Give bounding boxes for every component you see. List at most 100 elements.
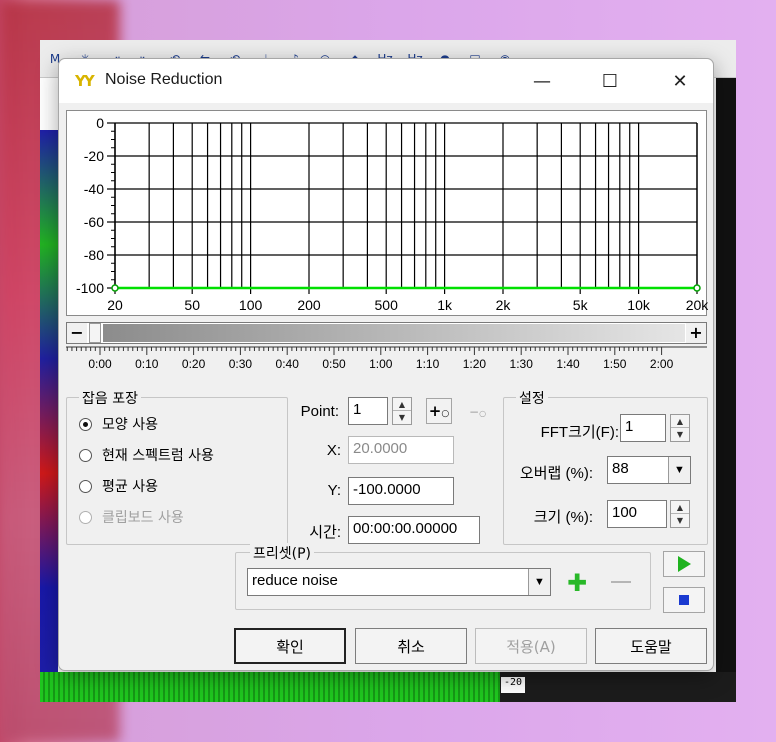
size-label: 크기 (%):	[533, 509, 593, 526]
ruler-label: 1:00	[369, 357, 393, 371]
help-button[interactable]: 도움말	[595, 628, 707, 664]
x-tick-label: 2k	[496, 297, 512, 313]
fft-size-spinner[interactable]: ▲ ▼	[670, 414, 690, 442]
x-tick-label: 50	[184, 297, 200, 313]
spin-up-icon[interactable]: ▲	[671, 415, 689, 428]
x-input[interactable]: 20.0000	[348, 436, 454, 464]
noise-graph[interactable]: 0 -20 -40 -60 -80 -100 20 50 100 200 500 1k 2k 5k 10k 2…	[66, 110, 708, 317]
settings-legend: 설정	[516, 388, 548, 408]
cancel-button[interactable]: 취소	[355, 628, 467, 664]
curve-point[interactable]	[693, 284, 701, 292]
radio-button	[79, 510, 92, 524]
stop-icon	[679, 595, 689, 605]
apply-button[interactable]: 적용(A)	[475, 628, 587, 664]
y-label: Y:	[327, 482, 341, 499]
background-ruler-value: -20	[501, 677, 525, 693]
size-input[interactable]: 100	[607, 500, 667, 528]
y-input[interactable]: -100.0000	[348, 477, 454, 505]
chevron-down-icon[interactable]: ▼	[528, 569, 550, 595]
add-point-button[interactable]: +○	[426, 398, 452, 424]
overlap-value: 88	[612, 460, 629, 477]
ruler-label: 0:40	[276, 357, 300, 371]
radio-label: 현재 스펙트럼 사용	[102, 448, 214, 464]
dialog-title: Noise Reduction	[105, 71, 223, 88]
noise-reduction-dialog: YY Noise Reduction — ☐ ✕ 0 -20 -40 -60 -80 -1…	[58, 58, 714, 671]
background-right-panel	[716, 78, 736, 702]
preset-value: reduce noise	[252, 572, 338, 589]
ruler-label: 1:50	[603, 357, 627, 371]
background-waveform-left	[40, 130, 58, 702]
noise-profile-option[interactable]: 모양 사용	[79, 414, 158, 434]
x-tick-label: 20k	[686, 297, 708, 313]
spin-down-icon[interactable]: ▼	[671, 514, 689, 527]
time-input[interactable]: 00:00:00.00000	[348, 516, 480, 544]
background-waveform-bottom	[40, 672, 500, 702]
x-tick-label: 100	[239, 297, 263, 313]
x-tick-label: 5k	[573, 297, 589, 313]
maximize-button[interactable]: ☐	[587, 59, 633, 103]
ruler-label: 1:30	[510, 357, 534, 371]
remove-preset-icon[interactable]	[611, 581, 631, 583]
curve-point[interactable]	[111, 284, 119, 292]
radio-button[interactable]	[79, 417, 92, 431]
point-spinner[interactable]: ▲ ▼	[392, 397, 412, 425]
fft-size-input[interactable]: 1	[620, 414, 666, 442]
ruler-label: 0:00	[88, 357, 112, 371]
ruler-label: 1:20	[463, 357, 487, 371]
noise-profile-option[interactable]: 현재 스펙트럼 사용	[79, 445, 214, 465]
app-logo-icon: YY	[75, 72, 95, 90]
y-tick-label: -40	[84, 181, 104, 197]
scrollbar-thumb[interactable]	[89, 323, 101, 343]
spin-down-icon[interactable]: ▼	[393, 411, 411, 424]
add-preset-icon[interactable]: ✚	[564, 569, 590, 597]
minimize-button[interactable]: —	[519, 59, 565, 103]
y-tick-label: -80	[84, 247, 104, 263]
overlap-select[interactable]: 88 ▼	[607, 456, 691, 484]
y-tick-label: -20	[84, 148, 104, 164]
background-dark-panel	[500, 672, 736, 702]
noise-profile-option[interactable]: 평균 사용	[79, 476, 158, 496]
ruler-label: 0:30	[229, 357, 253, 371]
noise-profile-group: 잡음 포장 모양 사용 현재 스펙트럼 사용 평균 사용 클립보드 사용	[66, 388, 288, 545]
x-tick-label: 200	[297, 297, 321, 313]
spin-down-icon[interactable]: ▼	[671, 428, 689, 441]
time-ruler: 0:00 0:10 0:20 0:30 0:40 0:50 1:00 1:10 1:20 1:30…	[66, 346, 707, 371]
spin-up-icon[interactable]: ▲	[393, 398, 411, 411]
radio-button[interactable]	[79, 448, 92, 462]
radio-label: 평균 사용	[102, 479, 158, 495]
x-tick-label: 10k	[627, 297, 651, 313]
title-bar[interactable]: YY Noise Reduction — ☐ ✕	[59, 59, 713, 103]
y-tick-label: 0	[96, 115, 104, 131]
chevron-down-icon[interactable]: ▼	[668, 457, 690, 483]
play-icon	[677, 556, 691, 572]
preset-legend: 프리셋(P)	[250, 543, 315, 563]
point-input[interactable]: 1	[348, 397, 388, 425]
zoom-out-button[interactable]: −	[67, 323, 87, 343]
noise-graph-svg[interactable]: 0 -20 -40 -60 -80 -10020 50 100 200 500 1k 2k 5k 10k 2…	[67, 111, 708, 317]
remove-point-icon[interactable]: −○	[469, 405, 486, 419]
preset-select[interactable]: reduce noise ▼	[247, 568, 551, 596]
ruler-label: 0:10	[135, 357, 159, 371]
ruler-label: 2:00	[650, 357, 674, 371]
zoom-in-button[interactable]: +	[686, 323, 706, 343]
radio-label: 클립보드 사용	[102, 510, 184, 526]
ruler-label: 1:10	[416, 357, 440, 371]
close-button[interactable]: ✕	[657, 59, 703, 103]
size-spinner[interactable]: ▲ ▼	[670, 500, 690, 528]
preview-stop-button[interactable]	[663, 587, 705, 613]
scrollbar-track[interactable]	[103, 324, 685, 342]
radio-button[interactable]	[79, 479, 92, 493]
ruler-label: 0:50	[322, 357, 346, 371]
x-tick-label: 20	[107, 297, 123, 313]
spin-up-icon[interactable]: ▲	[671, 501, 689, 514]
ok-button[interactable]: 확인	[234, 628, 346, 664]
time-label: 시간:	[309, 524, 341, 541]
timeline-scrollbar[interactable]: − +	[66, 322, 707, 344]
radio-label: 모양 사용	[102, 417, 158, 433]
preview-play-button[interactable]	[663, 551, 705, 577]
x-tick-label: 500	[375, 297, 399, 313]
fft-size-label: FFT크기(F):	[540, 424, 619, 441]
add-point-icon: +○	[428, 402, 450, 420]
x-label: X:	[326, 442, 341, 459]
overlap-label: 오버랩 (%):	[519, 465, 593, 482]
